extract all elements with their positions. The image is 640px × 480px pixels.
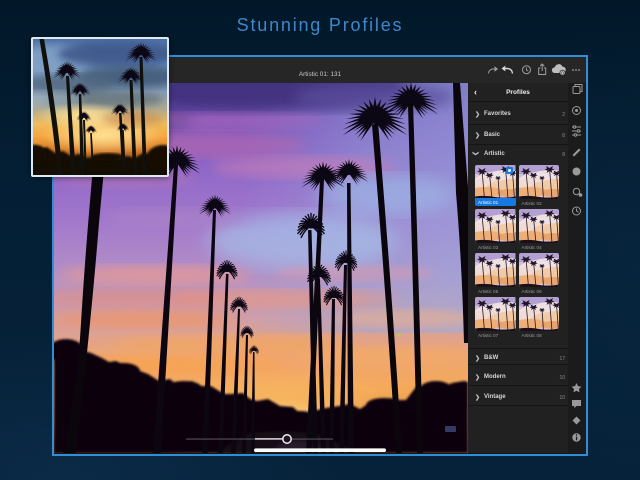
svg-text:0: 0 <box>561 71 564 76</box>
